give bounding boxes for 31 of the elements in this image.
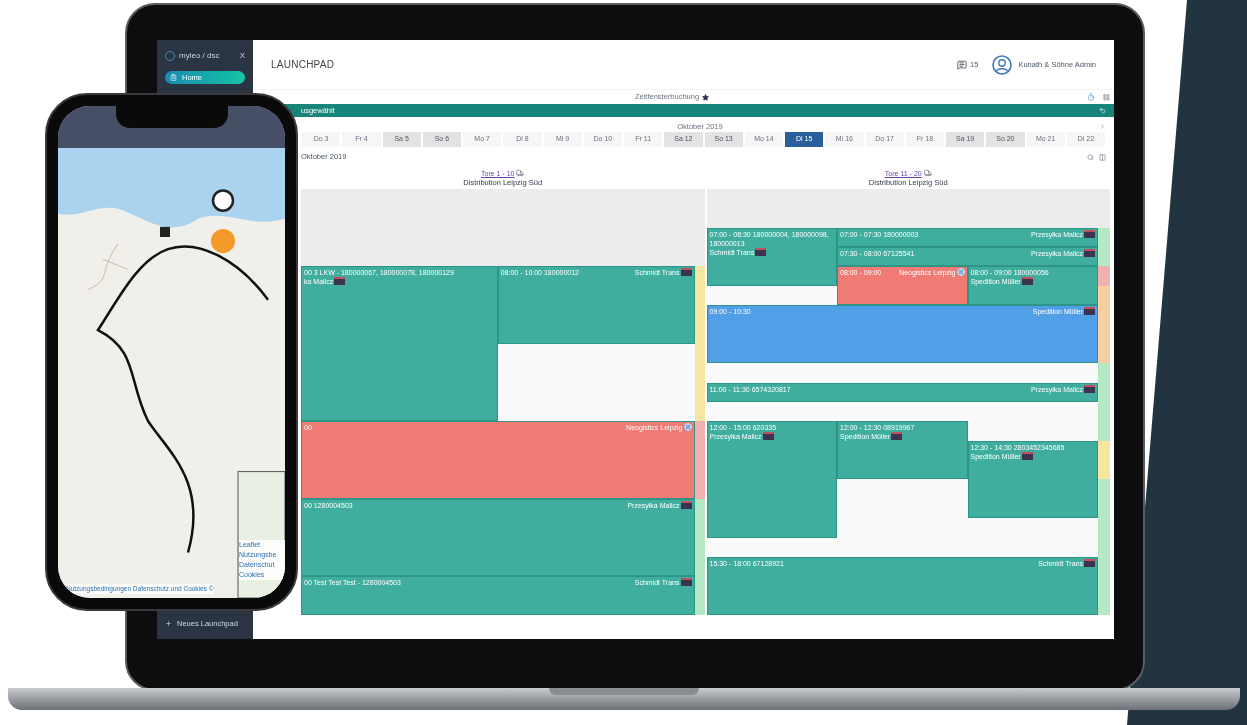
carrier-thumbnail (1021, 451, 1033, 460)
menu-icon[interactable] (1103, 93, 1110, 101)
carrier-thumbnail (334, 277, 346, 286)
carrier-thumbnail (762, 432, 774, 441)
target-icon (683, 423, 692, 432)
carrier-thumbnail (1021, 277, 1033, 286)
page-title: LAUNCHPAD (271, 58, 335, 72)
avatar-icon[interactable] (992, 54, 1013, 75)
truck-icon (923, 169, 932, 177)
carrier-thumbnail (1084, 384, 1095, 393)
carrier-thumbnail (1084, 558, 1095, 567)
carrier-thumbnail (680, 578, 692, 587)
columns-icon[interactable] (1099, 153, 1106, 161)
truck-icon (516, 169, 525, 177)
carrier-thumbnail (891, 432, 903, 441)
app-logo: myleo / dsc (179, 50, 220, 62)
carrier-thumbnail (680, 268, 692, 277)
star-icon[interactable] (702, 93, 710, 101)
undo-icon[interactable] (1099, 107, 1106, 114)
target-icon (956, 268, 965, 277)
carrier-thumbnail (1084, 307, 1095, 316)
close-button[interactable]: X (239, 50, 245, 62)
plus-icon (165, 619, 172, 627)
carrier-thumbnail (1084, 249, 1095, 258)
carrier-thumbnail (755, 247, 767, 256)
chat-icon[interactable] (957, 59, 968, 70)
timer-icon[interactable] (1087, 93, 1095, 101)
carrier-thumbnail (680, 500, 692, 509)
next-icon[interactable] (1099, 123, 1106, 130)
search-icon[interactable] (1087, 153, 1094, 161)
carrier-thumbnail (1084, 229, 1095, 238)
